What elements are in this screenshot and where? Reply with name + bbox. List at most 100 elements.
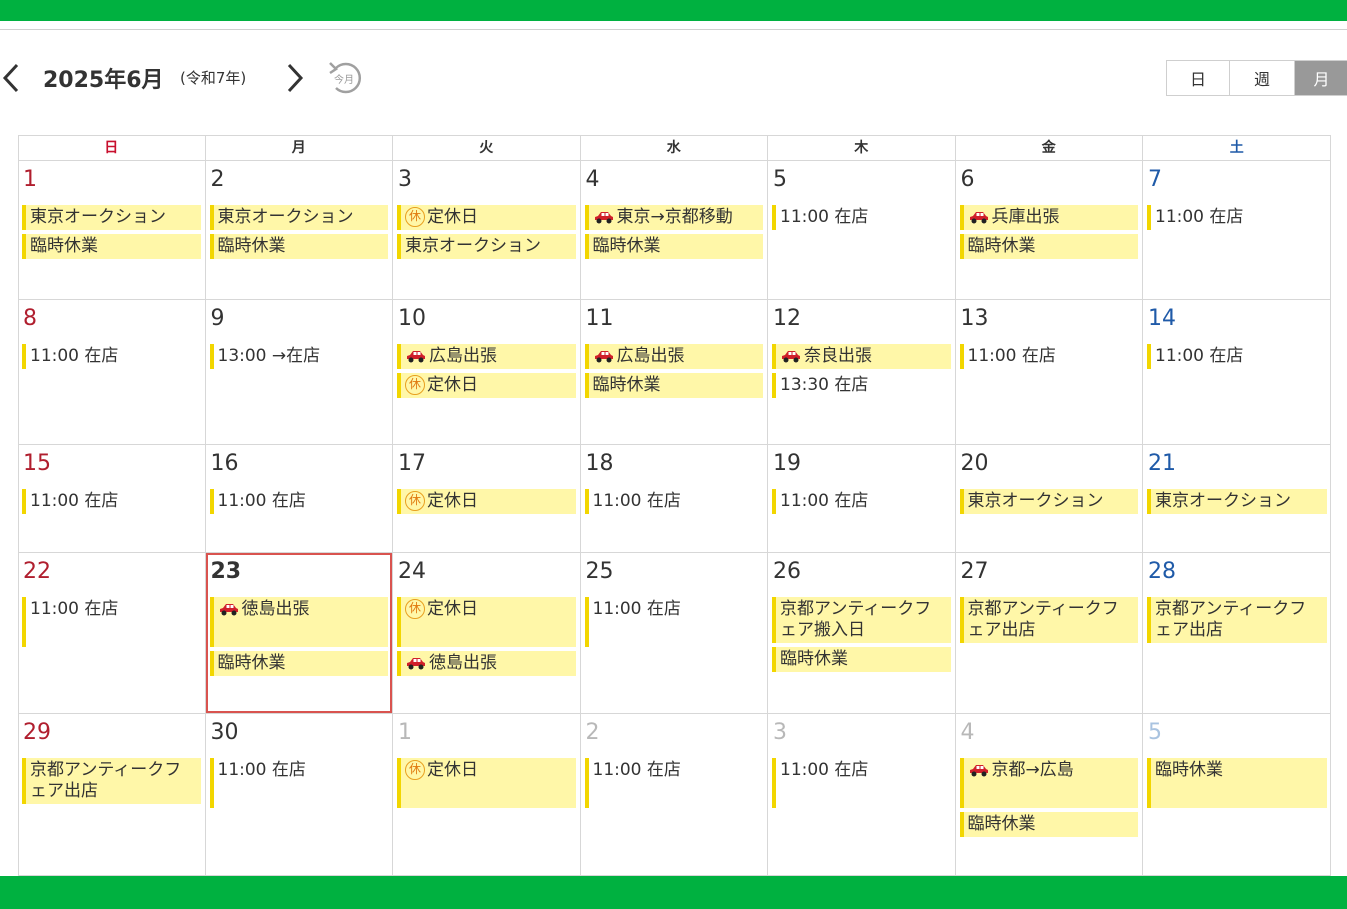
calendar-event[interactable]: 休定休日 <box>397 758 576 808</box>
day-cell[interactable]: 18 11:00 在店 <box>581 445 768 552</box>
calendar-event[interactable]: 13:30 在店 <box>772 373 951 398</box>
calendar-event[interactable]: 臨時休業 <box>1147 758 1327 808</box>
calendar-event[interactable]: 11:00 在店 <box>772 489 951 514</box>
day-cell-today[interactable]: 23 徳島出張 臨時休業 <box>205 553 393 713</box>
day-number: 28 <box>1148 559 1176 584</box>
day-cell[interactable]: 27 京都アンティークフェア出店 <box>956 553 1143 713</box>
calendar-event[interactable]: 臨時休業 <box>959 234 1138 259</box>
calendar-event[interactable]: 広島出張 <box>397 344 576 369</box>
event-list: 京都アンティークフェア出店 <box>1147 597 1327 647</box>
calendar-event[interactable]: 11:00 在店 <box>584 758 764 808</box>
day-cell[interactable]: 1 休定休日 <box>393 714 581 875</box>
day-cell[interactable]: 4 東京→京都移動 臨時休業 <box>581 161 768 299</box>
view-month-button[interactable]: 月 <box>1295 61 1347 95</box>
calendar-event[interactable]: 東京オークション <box>209 205 388 230</box>
calendar-event[interactable]: 臨時休業 <box>959 812 1138 837</box>
view-week-button[interactable]: 週 <box>1230 61 1295 95</box>
event-label: 定休日 <box>427 375 478 395</box>
calendar-event[interactable]: 11:00 在店 <box>22 489 201 514</box>
day-cell[interactable]: 6 兵庫出張 臨時休業 <box>956 161 1143 299</box>
day-cell[interactable]: 10 広島出張休定休日 <box>393 300 581 444</box>
day-cell[interactable]: 12 奈良出張 13:30 在店 <box>768 300 956 444</box>
day-cell[interactable]: 30 11:00 在店 <box>206 714 393 875</box>
calendar-event[interactable]: 11:00 在店 <box>209 489 389 514</box>
day-cell[interactable]: 21 東京オークション <box>1143 445 1331 552</box>
calendar-event[interactable]: 京都アンティークフェア出店 <box>22 758 201 804</box>
calendar-event[interactable]: 広島出張 <box>584 344 763 369</box>
event-list: 京都アンティークフェア出店 <box>959 597 1138 647</box>
calendar-event[interactable]: 徳島出張 <box>397 651 576 676</box>
calendar-event[interactable]: 東京オークション <box>959 489 1138 514</box>
day-cell[interactable]: 28 京都アンティークフェア出店 <box>1143 553 1331 713</box>
calendar-event[interactable]: 京都アンティークフェア出店 <box>1147 597 1327 643</box>
day-cell[interactable]: 13 11:00 在店 <box>956 300 1143 444</box>
calendar-event[interactable]: 徳島出張 <box>209 597 388 647</box>
day-cell[interactable]: 4 京都→広島 臨時休業 <box>956 714 1143 875</box>
day-cell[interactable]: 5 臨時休業 <box>1143 714 1331 875</box>
holiday-icon: 休 <box>405 491 425 511</box>
day-cell[interactable]: 8 11:00 在店 <box>18 300 206 444</box>
day-cell[interactable]: 2 東京オークション 臨時休業 <box>206 161 393 299</box>
calendar-event[interactable]: 休定休日 <box>397 373 576 398</box>
day-cell[interactable]: 19 11:00 在店 <box>768 445 956 552</box>
day-cell[interactable]: 16 11:00 在店 <box>206 445 393 552</box>
day-cell[interactable]: 20 東京オークション <box>956 445 1143 552</box>
calendar-event[interactable]: 臨時休業 <box>584 234 763 259</box>
calendar-event[interactable]: 東京オークション <box>397 234 576 259</box>
view-day-button[interactable]: 日 <box>1167 61 1230 95</box>
calendar-event[interactable]: 兵庫出張 <box>959 205 1138 230</box>
calendar-event[interactable]: 京都→広島 <box>959 758 1138 808</box>
event-label: 臨時休業 <box>780 649 848 669</box>
calendar-event[interactable]: 11:00 在店 <box>22 597 201 647</box>
day-cell[interactable]: 24 休定休日 徳島出張 <box>393 553 581 713</box>
car-icon <box>594 351 613 363</box>
calendar-event[interactable]: 京都アンティークフェア出店 <box>959 597 1138 643</box>
calendar-event[interactable]: 臨時休業 <box>772 647 951 672</box>
calendar-event[interactable]: 11:00 在店 <box>1147 344 1327 369</box>
day-cell[interactable]: 9 13:00 →在店 <box>206 300 393 444</box>
page-title: 2025年6月 <box>43 68 164 93</box>
calendar-event[interactable]: 11:00 在店 <box>22 344 201 369</box>
day-cell[interactable]: 29 京都アンティークフェア出店 <box>18 714 206 875</box>
calendar-event[interactable]: 11:00 在店 <box>209 758 389 808</box>
calendar-event[interactable]: 休定休日 <box>397 597 576 647</box>
event-label: 奈良出張 <box>804 346 872 366</box>
day-cell[interactable]: 3 11:00 在店 <box>768 714 956 875</box>
calendar-event[interactable]: 奈良出張 <box>772 344 951 369</box>
calendar-event[interactable]: 東京オークション <box>1147 489 1327 514</box>
calendar-event[interactable]: 11:00 在店 <box>584 597 764 647</box>
day-cell[interactable]: 5 11:00 在店 <box>768 161 956 299</box>
day-cell[interactable]: 3 休定休日 東京オークション <box>393 161 581 299</box>
day-cell[interactable]: 22 11:00 在店 <box>18 553 206 713</box>
day-cell[interactable]: 11 広島出張 臨時休業 <box>581 300 768 444</box>
calendar-event[interactable]: 休定休日 <box>397 205 576 230</box>
calendar-event[interactable]: 11:00 在店 <box>959 344 1139 369</box>
calendar-event[interactable]: 休定休日 <box>397 489 576 514</box>
day-cell[interactable]: 15 11:00 在店 <box>18 445 206 552</box>
calendar-event[interactable]: 臨時休業 <box>22 234 201 259</box>
day-cell[interactable]: 7 11:00 在店 <box>1143 161 1331 299</box>
calendar-event[interactable]: 東京オークション <box>22 205 201 230</box>
calendar-event[interactable]: 臨時休業 <box>209 234 388 259</box>
day-cell[interactable]: 17 休定休日 <box>393 445 581 552</box>
calendar-event[interactable]: 11:00 在店 <box>772 205 951 230</box>
calendar-event[interactable]: 京都アンティークフェア搬入日 <box>772 597 951 643</box>
this-month-button[interactable]: 今月 <box>326 58 366 98</box>
calendar-event[interactable]: 13:00 →在店 <box>209 344 389 369</box>
calendar-event[interactable]: 11:00 在店 <box>772 758 951 808</box>
day-cell[interactable]: 26 京都アンティークフェア搬入日 臨時休業 <box>768 553 956 713</box>
event-label: 11:00 在店 <box>592 491 681 511</box>
day-cell[interactable]: 1 東京オークション 臨時休業 <box>18 161 206 299</box>
day-cell[interactable]: 14 11:00 在店 <box>1143 300 1331 444</box>
event-list: 11:00 在店 <box>772 205 951 234</box>
prev-month-button[interactable] <box>0 60 24 96</box>
calendar-event[interactable]: 臨時休業 <box>209 651 388 676</box>
calendar-event[interactable]: 東京→京都移動 <box>584 205 763 230</box>
calendar-event[interactable]: 臨時休業 <box>584 373 763 398</box>
calendar-event[interactable]: 11:00 在店 <box>584 489 764 514</box>
day-cell[interactable]: 25 11:00 在店 <box>581 553 768 713</box>
event-list: 13:00 →在店 <box>209 344 389 373</box>
calendar-event[interactable]: 11:00 在店 <box>1147 205 1327 230</box>
day-cell[interactable]: 2 11:00 在店 <box>581 714 768 875</box>
next-month-button[interactable] <box>282 60 306 96</box>
